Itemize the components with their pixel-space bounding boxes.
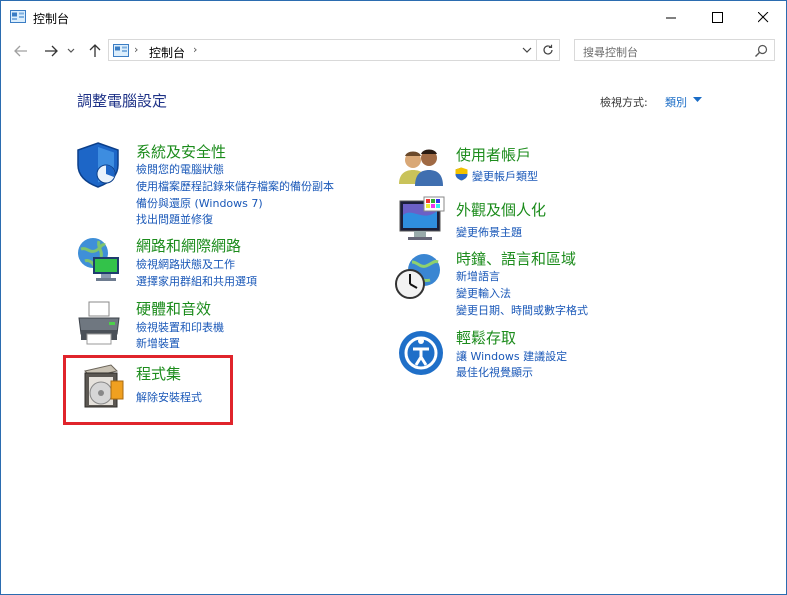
search-icon[interactable]	[754, 44, 768, 58]
ease-of-access-icon[interactable]	[397, 329, 445, 377]
highlight-box	[63, 355, 233, 425]
control-panel-icon	[113, 44, 129, 57]
link-let-windows-suggest-settings[interactable]: 讓 Windows 建議設定	[456, 348, 567, 364]
close-icon	[757, 11, 768, 22]
category-title-clock-language-region[interactable]: 時鐘、語言和區域	[456, 248, 576, 269]
address-history-button[interactable]	[519, 42, 535, 58]
close-button[interactable]	[740, 1, 786, 33]
printer-icon[interactable]	[75, 300, 123, 348]
control-panel-window: 控制台 › 控制台 › 搜尋控制台 調整電腦設定 檢視方式: 類別 系統及安全性…	[0, 0, 787, 595]
category-title-system-security[interactable]: 系統及安全性	[136, 141, 226, 162]
link-change-input-method[interactable]: 變更輸入法	[456, 285, 511, 301]
network-globe-icon[interactable]	[75, 235, 123, 283]
view-by-dropdown[interactable]: 類別	[665, 94, 687, 110]
forward-arrow-icon	[45, 45, 58, 57]
caret-down-icon[interactable]	[693, 97, 702, 103]
link-devices-printers[interactable]: 檢視裝置和印表機	[136, 319, 224, 335]
category-title-appearance[interactable]: 外觀及個人化	[456, 199, 546, 220]
control-panel-icon	[10, 10, 26, 23]
category-title-user-accounts[interactable]: 使用者帳戶	[456, 144, 531, 165]
maximize-icon	[711, 11, 723, 23]
minimize-icon	[665, 17, 676, 18]
link-find-fix-problems[interactable]: 找出問題並修復	[136, 211, 213, 227]
view-by-label: 檢視方式:	[600, 96, 648, 109]
back-arrow-icon	[14, 45, 27, 57]
link-add-language[interactable]: 新增語言	[456, 268, 500, 284]
up-button[interactable]	[85, 41, 105, 61]
address-bar[interactable]: › 控制台 ›	[108, 39, 560, 61]
category-title-network-internet[interactable]: 網路和網際網路	[136, 235, 241, 256]
link-change-account-type[interactable]: 變更帳戶類型	[472, 168, 538, 184]
recent-locations-button[interactable]	[65, 41, 77, 61]
breadcrumb-separator[interactable]: ›	[193, 43, 197, 56]
search-box[interactable]: 搜尋控制台	[574, 39, 775, 61]
link-add-device[interactable]: 新增裝置	[136, 335, 180, 351]
refresh-button[interactable]	[536, 40, 559, 60]
refresh-icon	[543, 44, 553, 55]
page-title: 調整電腦設定	[77, 92, 168, 110]
window-title: 控制台	[33, 12, 70, 26]
link-review-computer-status[interactable]: 檢閱您的電腦狀態	[136, 161, 224, 177]
search-input[interactable]: 搜尋控制台	[583, 44, 638, 60]
forward-button[interactable]	[41, 41, 61, 61]
minimize-button[interactable]	[648, 1, 694, 33]
link-network-status[interactable]: 檢視網路狀態及工作	[136, 256, 235, 272]
back-button[interactable]	[11, 41, 31, 61]
link-optimize-visual-display[interactable]: 最佳化視覺顯示	[456, 364, 533, 380]
users-icon[interactable]	[397, 144, 445, 192]
up-arrow-icon	[89, 44, 101, 57]
category-title-ease-of-access[interactable]: 輕鬆存取	[456, 327, 516, 348]
monitor-palette-icon[interactable]	[398, 195, 446, 243]
link-backup-restore[interactable]: 備份與還原 (Windows 7)	[136, 195, 263, 211]
link-homegroup-sharing[interactable]: 選擇家用群組和共用選項	[136, 273, 257, 289]
chevron-down-icon	[522, 47, 532, 53]
link-file-history-backup[interactable]: 使用檔案歷程記錄來儲存檔案的備份副本	[136, 178, 334, 194]
shield-icon[interactable]	[74, 141, 122, 189]
maximize-button[interactable]	[694, 1, 740, 33]
uac-shield-icon	[455, 167, 468, 181]
breadcrumb-separator[interactable]: ›	[134, 43, 138, 56]
link-change-theme[interactable]: 變更佈景主題	[456, 224, 522, 240]
chevron-down-icon	[67, 48, 75, 53]
breadcrumb-control-panel[interactable]: 控制台	[149, 44, 185, 61]
category-title-hardware-sound[interactable]: 硬體和音效	[136, 298, 211, 319]
link-change-date-time-format[interactable]: 變更日期、時間或數字格式	[456, 302, 588, 318]
clock-globe-icon[interactable]	[394, 252, 442, 300]
title-bar[interactable]: 控制台	[1, 1, 786, 33]
